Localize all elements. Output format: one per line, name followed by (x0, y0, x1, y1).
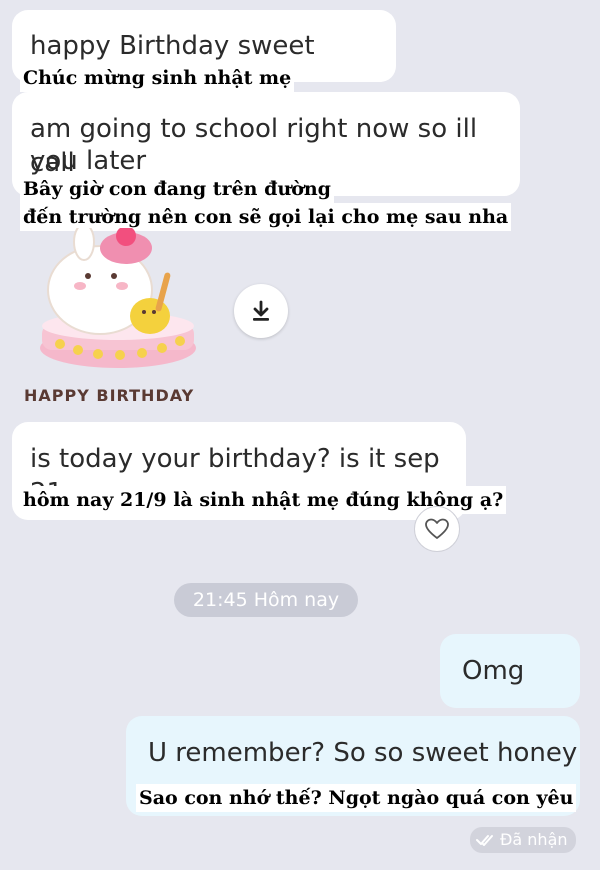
message-text-line-2: you later (30, 146, 147, 176)
react-heart-button[interactable] (414, 506, 460, 552)
heart-outline-icon (425, 518, 449, 539)
birthday-sticker[interactable]: HAPPY BIRTHDAY (24, 223, 208, 408)
translation-caption: Chúc mừng sinh nhật mẹ (20, 64, 295, 92)
translation-caption-line-1: Bây giờ con đang trên đường (20, 175, 334, 203)
delivery-status: Đã nhận (470, 827, 576, 853)
double-check-icon (476, 835, 493, 846)
message-text: Omg (462, 656, 525, 686)
bunny-cake-sticker-image (40, 223, 196, 368)
timestamp-divider: 21:45 Hôm nay (174, 583, 358, 617)
translation-caption-line-2: đến trường nên con sẽ gọi lại cho mẹ sau… (20, 203, 512, 231)
translation-caption: Sao con nhớ thế? Ngọt ngào quá con yêu (136, 784, 577, 812)
message-text: U remember? So so sweet honey (148, 738, 578, 768)
sticker-caption: HAPPY BIRTHDAY (24, 386, 195, 405)
download-button[interactable] (234, 284, 288, 338)
delivery-status-label: Đã nhận (500, 830, 568, 849)
download-icon (253, 300, 269, 321)
message-bubble-outgoing[interactable]: Omg (440, 634, 580, 708)
